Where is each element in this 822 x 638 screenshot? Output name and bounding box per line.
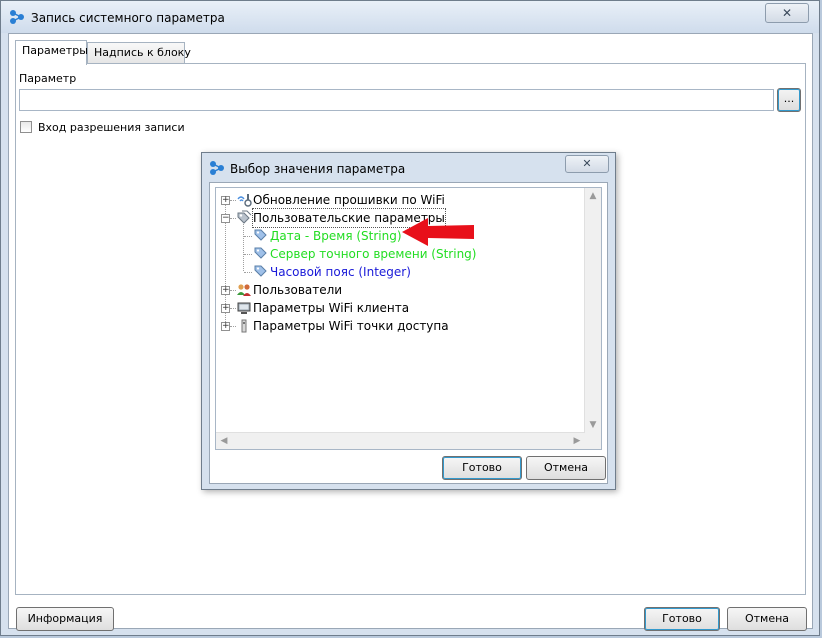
tab-parameters[interactable]: Параметры — [15, 40, 88, 65]
tree-item-wifi-client[interactable]: Параметры WiFi клиента — [253, 299, 409, 317]
users-icon — [237, 284, 251, 296]
scroll-down-arrow[interactable]: ▼ — [585, 417, 601, 433]
scroll-right-arrow[interactable]: ▶ — [569, 433, 585, 449]
ok-button[interactable]: Готово — [644, 607, 720, 631]
tree-line — [244, 236, 252, 237]
red-arrow-annotation — [402, 218, 474, 246]
info-button[interactable]: Информация — [16, 607, 114, 631]
browse-button[interactable]: ... — [777, 88, 801, 112]
wifi-update-icon — [237, 194, 252, 207]
tree-item-firmware[interactable]: Обновление прошивки по WiFi — [253, 191, 445, 209]
write-permission-label: Вход разрешения записи — [38, 121, 185, 134]
collapse-toggle[interactable]: − — [221, 214, 230, 223]
dialog-close-button[interactable]: ✕ — [565, 155, 609, 173]
tab-block-caption[interactable]: Надпись к блоку — [87, 42, 191, 64]
access-point-icon — [241, 319, 247, 333]
tags-icon — [237, 210, 252, 224]
tree-line — [244, 272, 252, 273]
dialog-ok-button[interactable]: Готово — [442, 456, 522, 480]
parameter-label: Параметр — [19, 72, 77, 85]
scroll-left-arrow[interactable]: ◀ — [216, 433, 232, 449]
expand-toggle[interactable]: + — [221, 286, 230, 295]
computer-icon — [237, 302, 251, 314]
window-title: Запись системного параметра — [31, 11, 225, 25]
title-bar: Запись системного параметра ✕ — [1, 1, 819, 33]
tree-line — [244, 254, 252, 255]
scrollbar-corner — [585, 433, 601, 449]
tree-item-users[interactable]: Пользователи — [253, 281, 342, 299]
scroll-up-arrow[interactable]: ▲ — [585, 188, 601, 204]
close-button[interactable]: ✕ — [765, 3, 809, 23]
dialog-title: Выбор значения параметра — [230, 162, 406, 176]
tree-item-date-time[interactable]: Дата - Время (String) — [270, 227, 402, 245]
expand-toggle[interactable]: + — [221, 196, 230, 205]
app-icon — [10, 10, 24, 24]
value-picker-dialog: Выбор значения параметра ✕ + Обновление … — [201, 152, 616, 490]
tree-item-timezone[interactable]: Часовой пояс (Integer) — [270, 263, 411, 281]
dialog-app-icon — [210, 161, 224, 175]
tree-vertical-scrollbar[interactable]: ▲ ▼ — [584, 188, 601, 433]
tag-icon — [254, 265, 267, 277]
cancel-button[interactable]: Отмена — [727, 607, 807, 631]
tag-icon — [254, 247, 267, 259]
expand-toggle[interactable]: + — [221, 304, 230, 313]
expand-toggle[interactable]: + — [221, 322, 230, 331]
tag-icon — [254, 229, 267, 241]
write-permission-checkbox[interactable] — [20, 121, 32, 133]
tree-horizontal-scrollbar[interactable]: ◀ ▶ — [216, 432, 585, 449]
parameter-input[interactable] — [19, 89, 774, 111]
tree-item-wifi-ap[interactable]: Параметры WiFi точки доступа — [253, 317, 449, 335]
dialog-cancel-button[interactable]: Отмена — [526, 456, 606, 480]
